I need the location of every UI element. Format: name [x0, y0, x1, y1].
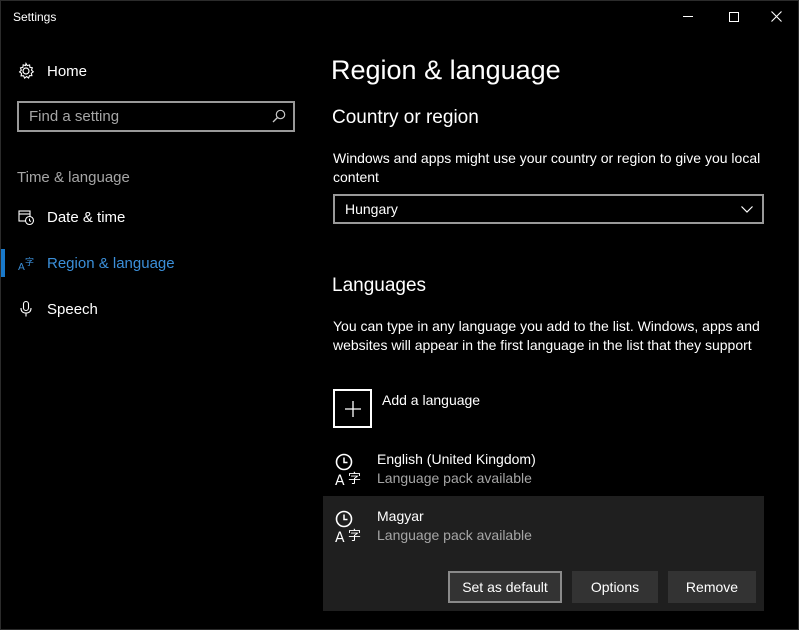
add-language-button[interactable]: Add a language	[333, 389, 480, 429]
remove-button[interactable]: Remove	[668, 571, 756, 603]
language-status: Language pack available	[377, 470, 532, 486]
search-input[interactable]	[29, 108, 265, 125]
svg-text:A: A	[335, 530, 345, 545]
language-pack-icon: A 字	[335, 510, 361, 545]
search-box[interactable]	[17, 101, 295, 132]
microphone-icon	[17, 300, 35, 318]
title-bar: Settings	[1, 1, 798, 32]
maximize-button[interactable]	[711, 1, 757, 32]
language-item-english[interactable]: A 字 English (United Kingdom) Language pa…	[323, 444, 764, 498]
calendar-clock-icon	[17, 208, 35, 226]
sidebar-item-date-time[interactable]: Date & time	[1, 199, 311, 235]
plus-icon	[333, 389, 372, 428]
add-language-label: Add a language	[382, 392, 481, 408]
nav-home-label: Home	[47, 62, 88, 80]
svg-text:A: A	[335, 473, 345, 488]
close-icon	[770, 11, 782, 22]
language-name: English (United Kingdom)	[377, 451, 536, 467]
window-title: Settings	[13, 10, 57, 24]
sidebar-item-label: Date & time	[47, 208, 126, 226]
search-icon	[272, 109, 286, 123]
close-button[interactable]	[753, 1, 799, 32]
minimize-button[interactable]	[665, 1, 711, 32]
set-as-default-button[interactable]: Set as default	[448, 571, 562, 603]
sidebar-item-region-language[interactable]: A 字 Region & language	[1, 245, 311, 281]
minimize-icon	[683, 16, 693, 17]
language-name: Magyar	[377, 508, 424, 524]
chevron-down-icon	[741, 206, 753, 213]
maximize-icon	[729, 11, 739, 22]
language-item-magyar[interactable]: A 字 Magyar Language pack available Set a…	[323, 496, 764, 611]
svg-text:字: 字	[348, 472, 361, 487]
country-dropdown-value: Hungary	[345, 201, 398, 217]
svg-text:字: 字	[25, 256, 34, 268]
options-button[interactable]: Options	[572, 571, 658, 603]
country-dropdown[interactable]: Hungary	[333, 194, 764, 224]
svg-text:字: 字	[348, 529, 361, 544]
country-description: Windows and apps might use your country …	[333, 150, 761, 185]
active-indicator	[1, 249, 5, 277]
language-pack-icon: A 字	[335, 453, 361, 488]
languages-heading: Languages	[332, 275, 427, 296]
sidebar-item-label: Region & language	[47, 254, 175, 272]
page-title: Region & language	[331, 55, 561, 85]
nav-home[interactable]: Home	[17, 59, 87, 83]
sidebar-section-label: Time & language	[17, 169, 130, 186]
languages-description: You can type in any language you add to …	[333, 318, 760, 353]
language-status: Language pack available	[377, 527, 532, 543]
region-language-icon: A 字	[17, 254, 35, 272]
settings-window: Settings Home Time & language	[0, 0, 799, 630]
gear-icon	[17, 62, 35, 80]
sidebar-item-speech[interactable]: Speech	[1, 291, 311, 327]
country-heading: Country or region	[332, 107, 479, 128]
sidebar-item-label: Speech	[47, 300, 98, 318]
svg-text:A: A	[18, 262, 25, 272]
